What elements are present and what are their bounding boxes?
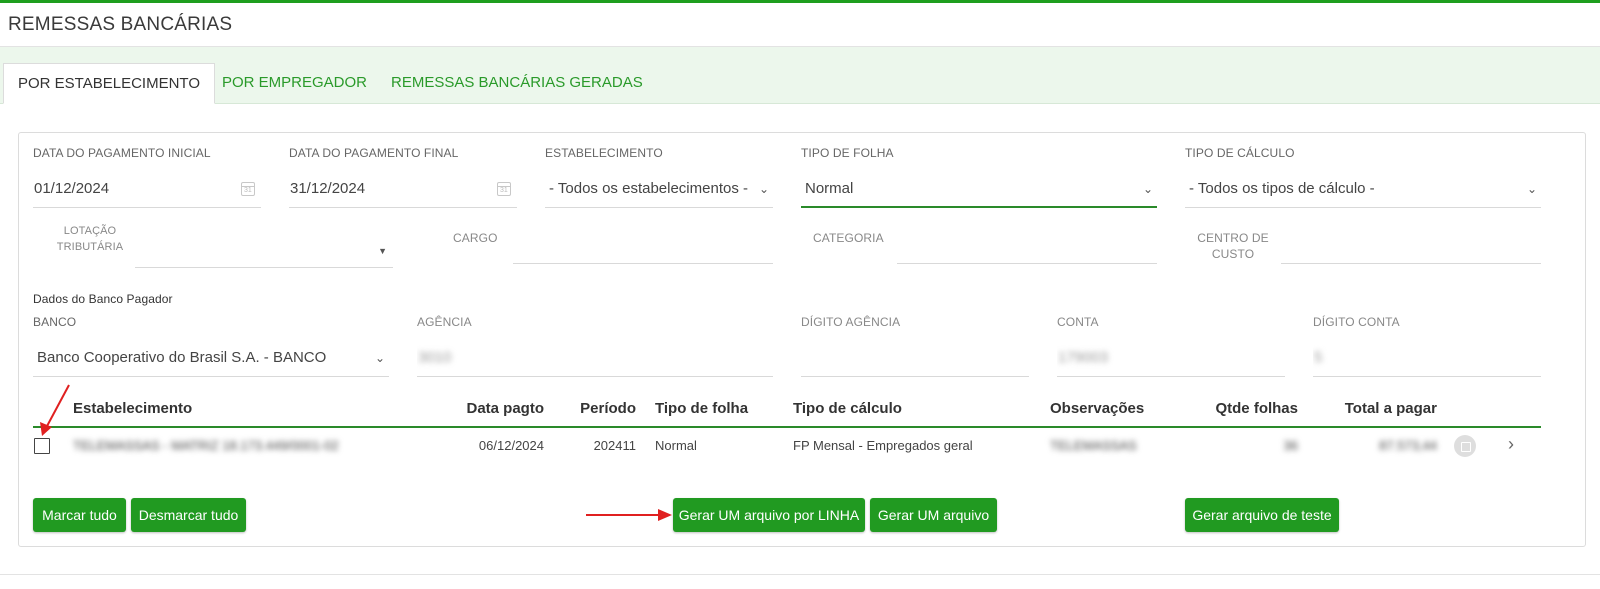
desmarcar-tudo-button[interactable]: Desmarcar tudo [131, 498, 246, 532]
agencia-input[interactable]: 3010 [417, 339, 773, 377]
col-observacoes[interactable]: Observações [1050, 400, 1144, 417]
data-final-label: DATA DO PAGAMENTO FINAL [289, 146, 459, 160]
tipo-folha-select[interactable]: Normal ⌄ [801, 170, 1157, 208]
col-periodo[interactable]: Período [566, 400, 636, 417]
cargo-label: CARGO [453, 231, 498, 245]
digito-conta-value: 5 [1314, 349, 1323, 366]
calendar-icon[interactable] [497, 182, 511, 196]
cell-periodo: 202411 [593, 438, 636, 453]
chevron-down-icon: ⌄ [754, 170, 769, 207]
gerar-teste-button[interactable]: Gerar arquivo de teste [1185, 498, 1339, 532]
tab-bar: POR ESTABELECIMENTO POR EMPREGADOR REMES… [0, 47, 1600, 104]
lotacao-label-line2: TRIBUTÁRIA [56, 241, 124, 253]
chevron-right-icon[interactable]: › [1508, 434, 1514, 455]
digito-conta-input[interactable]: 5 [1313, 339, 1541, 377]
data-inicial-value: 01/12/2024 [34, 180, 110, 197]
chevron-down-icon: ⌄ [374, 351, 385, 365]
chevron-down-icon: ⌄ [1526, 182, 1537, 196]
cell-qtde-folhas: 36 [1283, 438, 1298, 453]
data-final-input[interactable]: 31/12/2024 [289, 170, 517, 208]
caret-down-icon: ▼ [378, 246, 387, 256]
centro-custo-label: CENTRO DE CUSTO [1190, 230, 1276, 262]
estabelecimento-select[interactable]: - Todos os estabelecimentos - ⌄ [545, 170, 773, 208]
cell-data-pagto: 06/12/2024 [478, 438, 544, 453]
tipo-calculo-label: TIPO DE CÁLCULO [1185, 146, 1295, 160]
tipo-folha-label: TIPO DE FOLHA [801, 146, 894, 160]
calendar-icon[interactable] [241, 182, 255, 196]
gerar-um-arquivo-button[interactable]: Gerar UM arquivo [870, 498, 997, 532]
chevron-down-icon: ⌄ [1142, 182, 1153, 196]
cell-tipo-calculo: FP Mensal - Empregados geral [793, 438, 973, 453]
estabelecimento-value: - Todos os estabelecimentos - [549, 180, 748, 197]
tab-por-empregador[interactable]: POR EMPREGADOR [222, 63, 367, 104]
cell-total-pagar: 87.573,44 [1379, 438, 1437, 453]
data-inicial-label: DATA DO PAGAMENTO INICIAL [33, 146, 211, 160]
tipo-calculo-select[interactable]: - Todos os tipos de cálculo - ⌄ [1185, 170, 1541, 208]
marcar-tudo-button[interactable]: Marcar tudo [33, 498, 126, 532]
agencia-value: 3010 [418, 349, 452, 366]
col-total-pagar[interactable]: Total a pagar [1327, 400, 1437, 417]
lotacao-label: LOTAÇÃO TRIBUTÁRIA [40, 223, 140, 255]
lotacao-label-line1: LOTAÇÃO [63, 225, 117, 237]
centro-custo-label-line2: CUSTO [1211, 247, 1255, 261]
cargo-select[interactable] [513, 226, 773, 264]
tipo-calculo-value: - Todos os tipos de cálculo - [1189, 180, 1375, 197]
conta-label: CONTA [1057, 315, 1099, 329]
col-estabelecimento[interactable]: Estabelecimento [73, 400, 192, 417]
estabelecimento-label: ESTABELECIMENTO [545, 146, 663, 160]
banco-pagador-title: Dados do Banco Pagador [33, 292, 173, 306]
tipo-folha-value: Normal [805, 180, 854, 197]
cell-tipo-folha: Normal [655, 438, 697, 453]
tab-por-estabelecimento[interactable]: POR ESTABELECIMENTO [3, 63, 215, 104]
centro-custo-select[interactable] [1281, 226, 1541, 264]
data-final-value: 31/12/2024 [290, 180, 366, 197]
categoria-select[interactable] [897, 226, 1157, 264]
banco-value: Banco Cooperativo do Brasil S.A. - BANCO [37, 349, 327, 366]
conta-value: 179003 [1058, 349, 1109, 366]
row-checkbox[interactable] [34, 438, 50, 454]
col-data-pagto[interactable]: Data pagto [454, 400, 544, 417]
col-tipo-calculo[interactable]: Tipo de cálculo [793, 400, 902, 417]
top-accent-bar [0, 0, 1600, 3]
data-inicial-input[interactable]: 01/12/2024 [33, 170, 261, 208]
save-icon[interactable] [1454, 435, 1476, 457]
banco-label: BANCO [33, 315, 77, 329]
categoria-label: CATEGORIA [813, 231, 884, 245]
tab-remessas-geradas[interactable]: REMESSAS BANCÁRIAS GERADAS [391, 63, 643, 104]
digito-agencia-label: DÍGITO AGÊNCIA [801, 315, 901, 329]
page-title: REMESSAS BANCÁRIAS [8, 14, 233, 35]
conta-input[interactable]: 179003 [1057, 339, 1285, 377]
col-qtde-folhas[interactable]: Qtde folhas [1198, 400, 1298, 417]
lotacao-select[interactable]: ▼ [135, 230, 393, 268]
bottom-divider [0, 574, 1600, 575]
cell-estabelecimento: TELEMASSAS - MATRIZ 18.173.449/0001-02 [73, 438, 339, 453]
cell-observacoes: TELEMASSAS [1050, 438, 1137, 453]
agencia-label: AGÊNCIA [417, 315, 472, 329]
red-arrow-icon [40, 384, 70, 436]
digito-agencia-input[interactable] [801, 339, 1029, 377]
col-tipo-folha[interactable]: Tipo de folha [655, 400, 748, 417]
gerar-por-linha-button[interactable]: Gerar UM arquivo por LINHA [673, 498, 865, 532]
table-header-divider [33, 426, 1541, 428]
banco-select[interactable]: Banco Cooperativo do Brasil S.A. - BANCO… [33, 339, 389, 377]
red-arrow-icon [586, 509, 672, 521]
centro-custo-label-line1: CENTRO DE [1197, 231, 1269, 245]
digito-conta-label: DÍGITO CONTA [1313, 315, 1400, 329]
